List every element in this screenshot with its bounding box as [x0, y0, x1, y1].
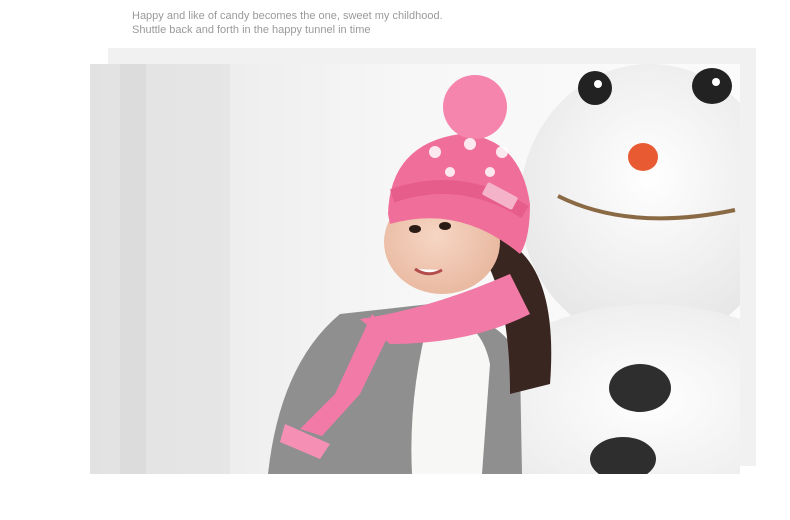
snowman-carrot-nose: [628, 143, 658, 171]
left-eye: [409, 225, 421, 233]
snowman-right-eye: [692, 68, 732, 104]
caption-line-1: Happy and like of candy becomes the one,…: [132, 10, 443, 22]
snowman-button-upper: [609, 364, 671, 412]
caption: Happy and like of candy becomes the one,…: [132, 9, 692, 37]
right-eye: [439, 222, 451, 230]
blurred-snow-left: [90, 64, 230, 474]
hat-pompom: [443, 75, 507, 139]
photo-illustration: [90, 64, 740, 474]
caption-line-2: Shuttle back and forth in the happy tunn…: [132, 24, 371, 36]
snowman-left-eye: [578, 71, 612, 105]
blurred-tree-trunk: [120, 64, 146, 474]
snowman-left-eye-highlight: [594, 80, 602, 88]
product-photo: [90, 64, 740, 474]
snowman-right-eye-highlight: [712, 78, 720, 86]
